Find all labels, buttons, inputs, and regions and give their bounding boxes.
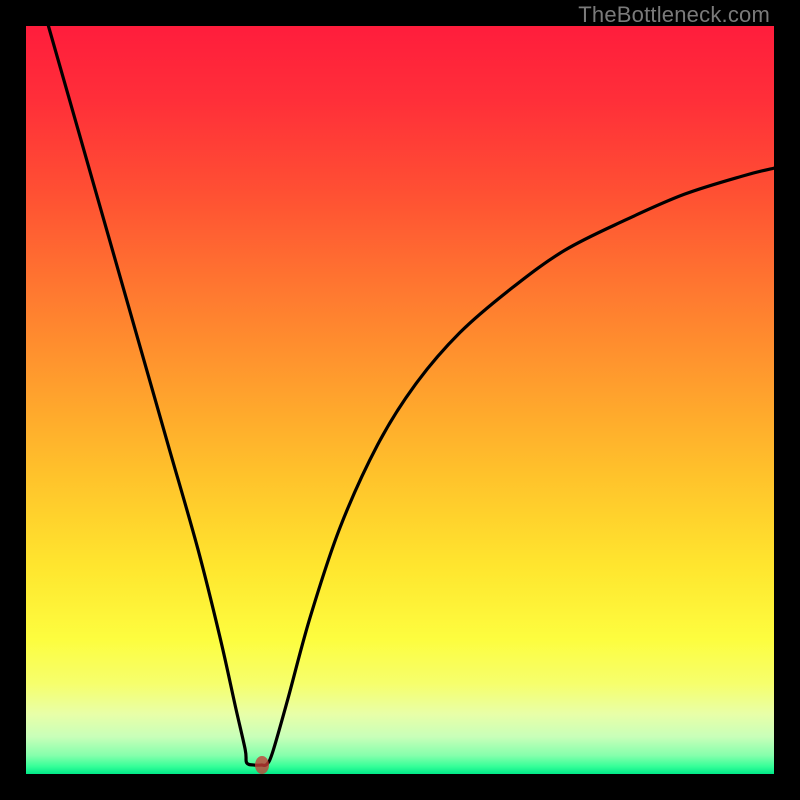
- watermark-text: TheBottleneck.com: [578, 2, 770, 28]
- plot-area: [26, 26, 774, 774]
- minimum-marker: [255, 756, 269, 774]
- bottleneck-curve: [26, 26, 774, 774]
